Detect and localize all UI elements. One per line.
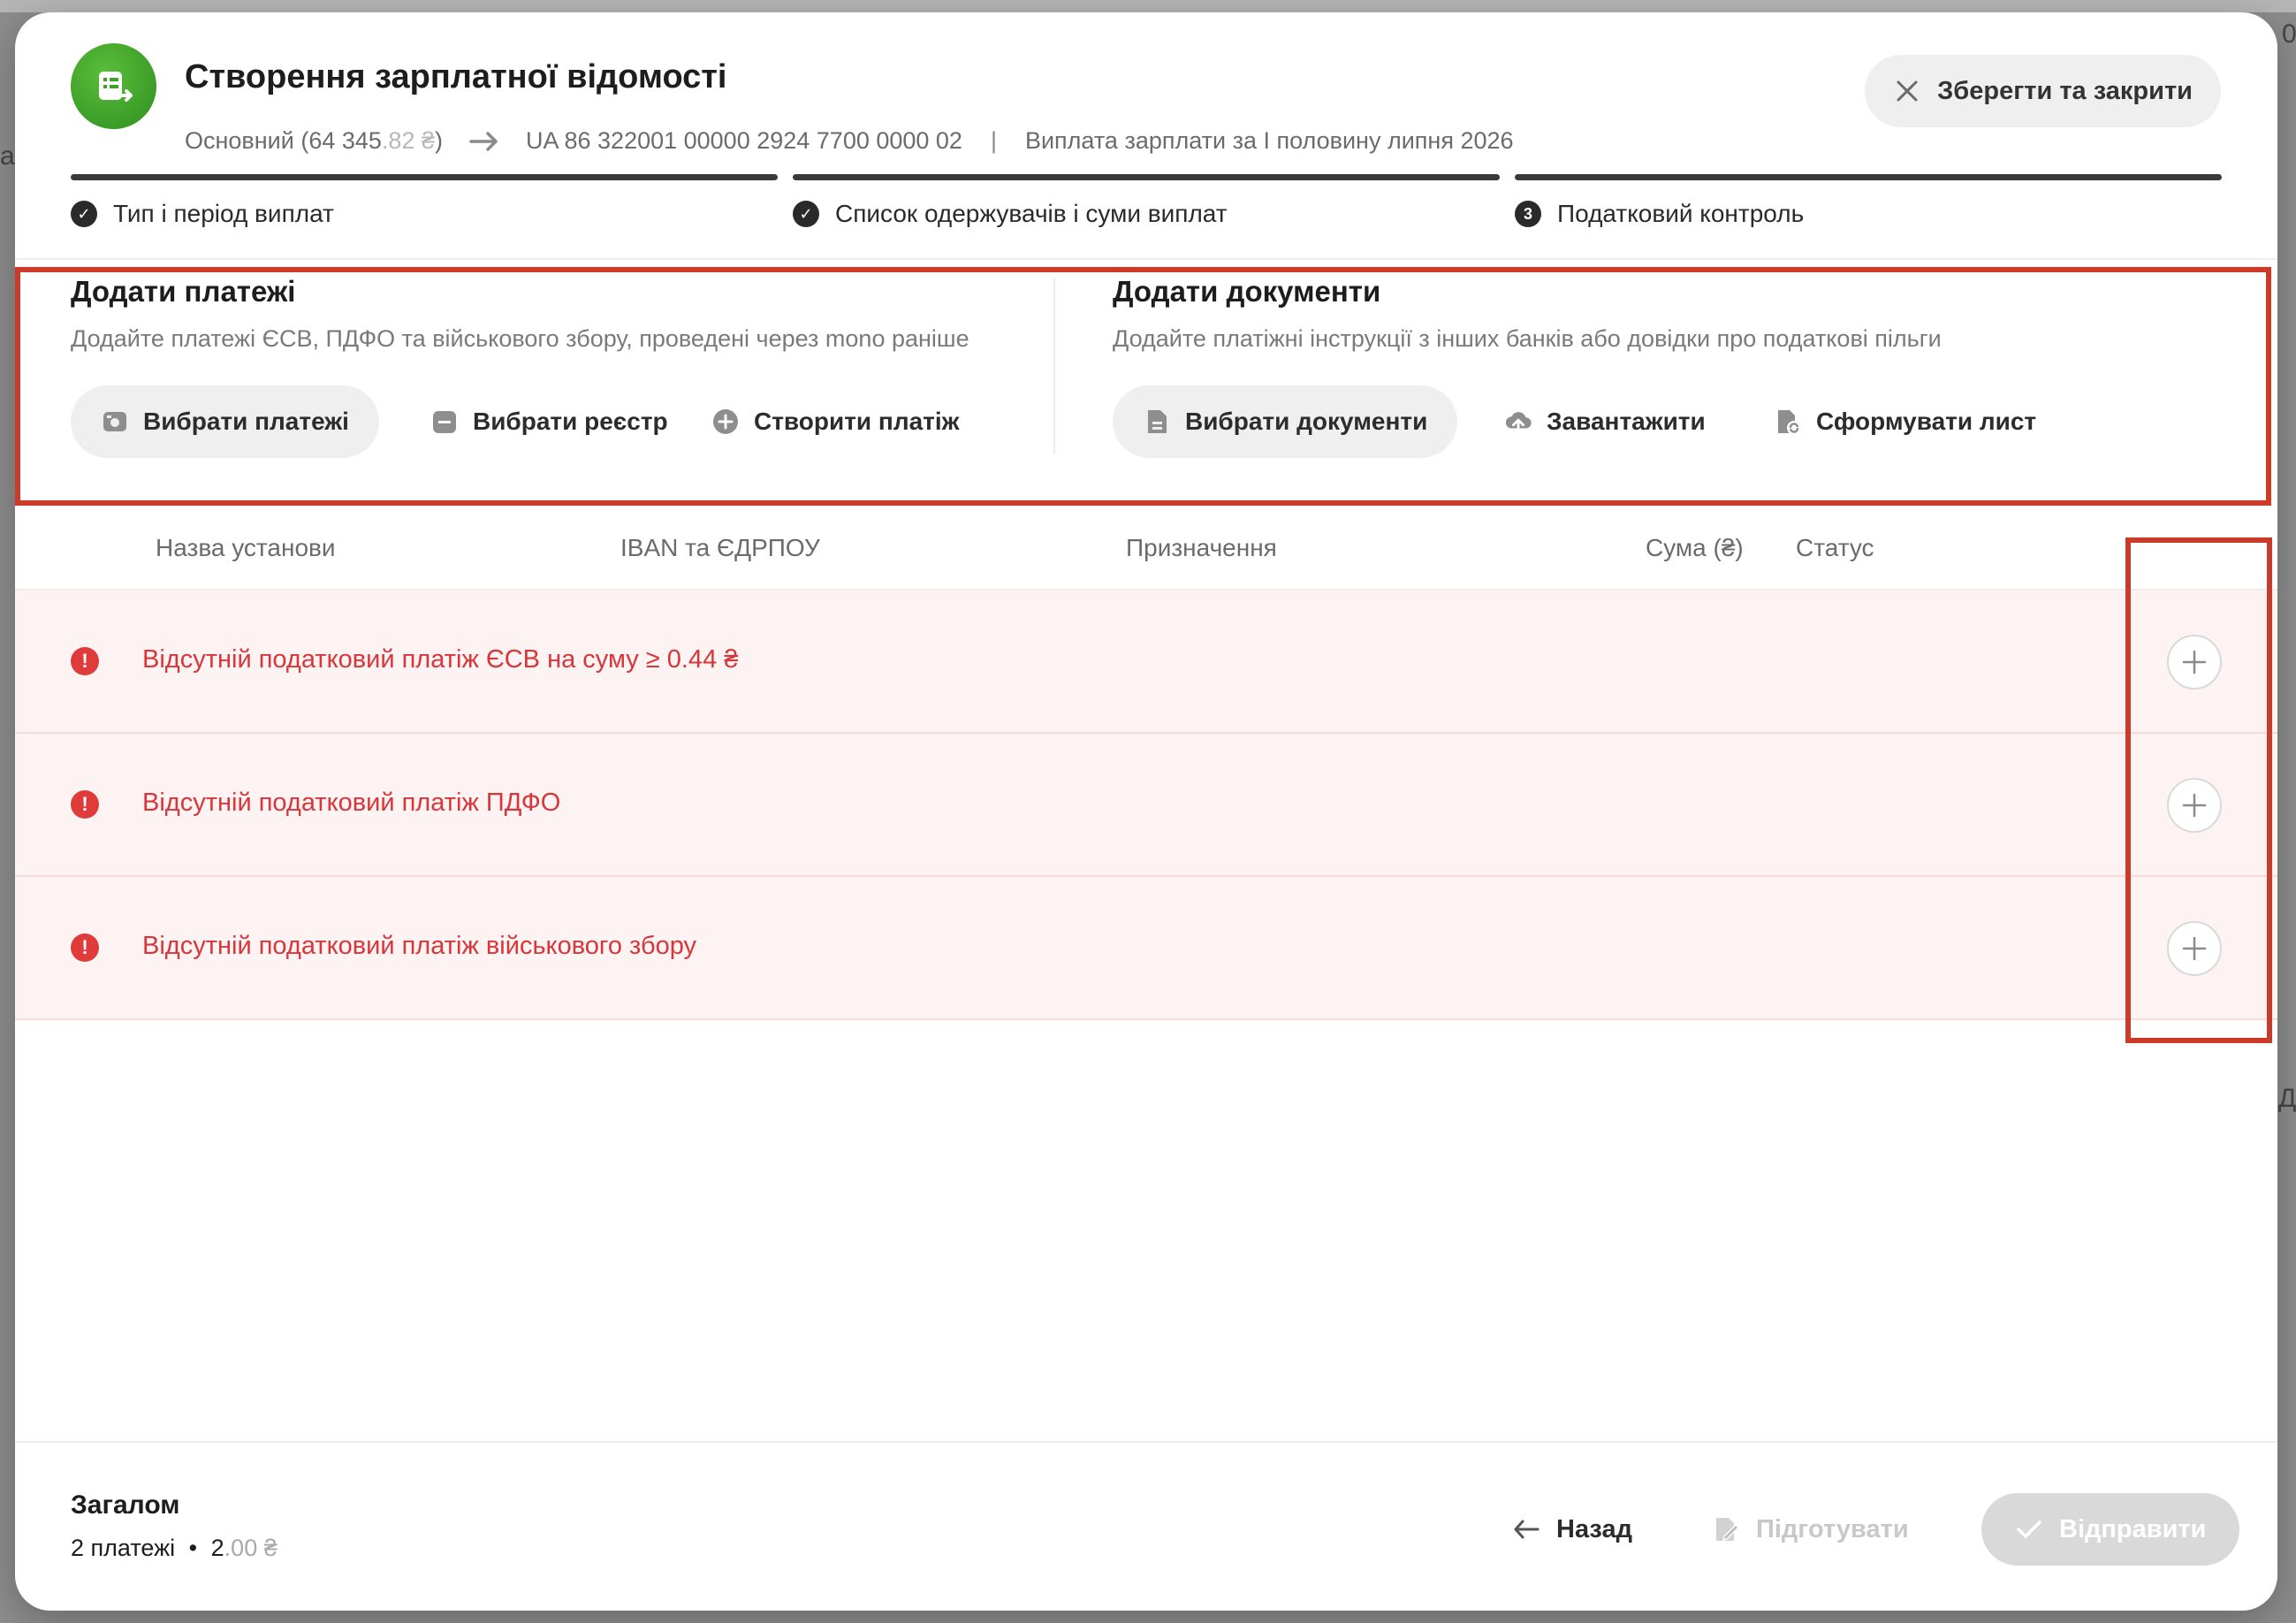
table-row: ! Відсутній податковий платіж ПДФО (15, 734, 2277, 877)
plus-circle-icon (711, 408, 740, 436)
select-documents-button[interactable]: Вибрати документи (1113, 385, 1458, 458)
recipient-iban: UA 86 322001 00000 2924 7700 0000 02 (525, 127, 962, 154)
payroll-modal: Створення зарплатної відомості Основний … (15, 12, 2277, 1611)
payroll-logo-icon (71, 43, 156, 129)
cloud-upload-icon (1504, 408, 1532, 436)
document-icon (1143, 408, 1171, 436)
payments-count: 2 платежі (71, 1535, 176, 1561)
missing-payment-message: Відсутній податковий платіж ПДФО (142, 789, 561, 817)
save-and-close-button[interactable]: Зберегти та закрити (1865, 55, 2221, 127)
highlight-frame (2125, 537, 2272, 1043)
select-payments-button[interactable]: Вибрати платежі (71, 385, 379, 458)
back-button[interactable]: Назад (1512, 1493, 1632, 1566)
table-row: ! Відсутній податковий платіж військовог… (15, 877, 2277, 1020)
add-payments-subtitle: Додайте платежі ЄСВ, ПДФО та військового… (71, 325, 969, 352)
step-number-icon: 3 (1515, 201, 1541, 227)
section-divider (1053, 278, 1055, 454)
column-header: Назва установи (156, 534, 336, 561)
step-progress-bar (71, 174, 778, 180)
total-amount: 2.00 ₴ (210, 1535, 277, 1561)
divider (15, 258, 2277, 260)
payroll-summary: Основний (64 345.82 ₴) UA 86 322001 0000… (185, 127, 1514, 155)
add-documents-subtitle: Додайте платіжні інструкції з інших банк… (1113, 325, 1942, 352)
table-header: Назва установи IBAN та ЄДРПОУ Призначенн… (15, 507, 2277, 591)
column-header: IBAN та ЄДРПОУ (620, 534, 820, 561)
folder-icon (430, 408, 459, 436)
page-title: Створення зарплатної відомості (185, 58, 727, 95)
arrow-left-icon (1512, 1515, 1540, 1543)
document-sync-icon (1774, 408, 1802, 436)
missing-payment-message: Відсутній податковий платіж військового … (142, 932, 697, 960)
step-progress-bar (793, 174, 1500, 180)
prepare-button[interactable]: Підготувати (1712, 1493, 1909, 1566)
total-summary: 2 платежі • 2.00 ₴ (71, 1535, 277, 1562)
column-header: Призначення (1126, 534, 1277, 561)
column-header: Статус (1796, 534, 1874, 561)
document-edit-icon (1712, 1515, 1740, 1543)
step-progress-bar (1515, 174, 2222, 180)
separator: | (990, 127, 997, 154)
backdrop-text: а (0, 141, 15, 171)
check-circle-icon: ✓ (793, 201, 819, 227)
backdrop-text: Д (2278, 1084, 2296, 1113)
step-3: 3 Податковий контроль (1515, 174, 2222, 228)
step-1: ✓ Тип і період виплат (71, 174, 778, 228)
step-2: ✓ Список одержувачів і суми виплат (793, 174, 1500, 228)
table-row: ! Відсутній податковий платіж ЄСВ на сум… (15, 591, 2277, 734)
missing-payment-message: Відсутній податковий платіж ЄСВ на суму … (142, 645, 739, 674)
payment-purpose: Виплата зарплати за I половину липня 202… (1024, 127, 1514, 154)
error-icon: ! (71, 647, 99, 675)
add-documents-title: Додати документи (1113, 275, 1381, 308)
error-icon: ! (71, 933, 99, 962)
bullet-separator: • (188, 1535, 198, 1561)
error-icon: ! (71, 790, 99, 819)
upload-button[interactable]: Завантажити (1504, 385, 1706, 458)
close-icon (1893, 77, 1921, 105)
check-circle-icon: ✓ (71, 201, 97, 227)
payment-icon (101, 408, 129, 436)
account-name: Основний (64 345.82 ₴) (185, 127, 443, 154)
divider (15, 1441, 2277, 1443)
column-header: Сума (₴) (1646, 534, 1744, 561)
send-button[interactable]: Відправити (1981, 1493, 2240, 1566)
backdrop-panel (0, 0, 2296, 12)
backdrop-text: 0 (2282, 19, 2296, 49)
arrow-right-icon (469, 131, 499, 152)
generate-letter-button[interactable]: Сформувати лист (1774, 385, 2036, 458)
create-payment-button[interactable]: Створити платіж (711, 385, 960, 458)
check-icon (2015, 1515, 2043, 1543)
select-registry-button[interactable]: Вибрати реєстр (430, 385, 668, 458)
add-payments-title: Додати платежі (71, 275, 296, 308)
total-title: Загалом (71, 1490, 180, 1520)
